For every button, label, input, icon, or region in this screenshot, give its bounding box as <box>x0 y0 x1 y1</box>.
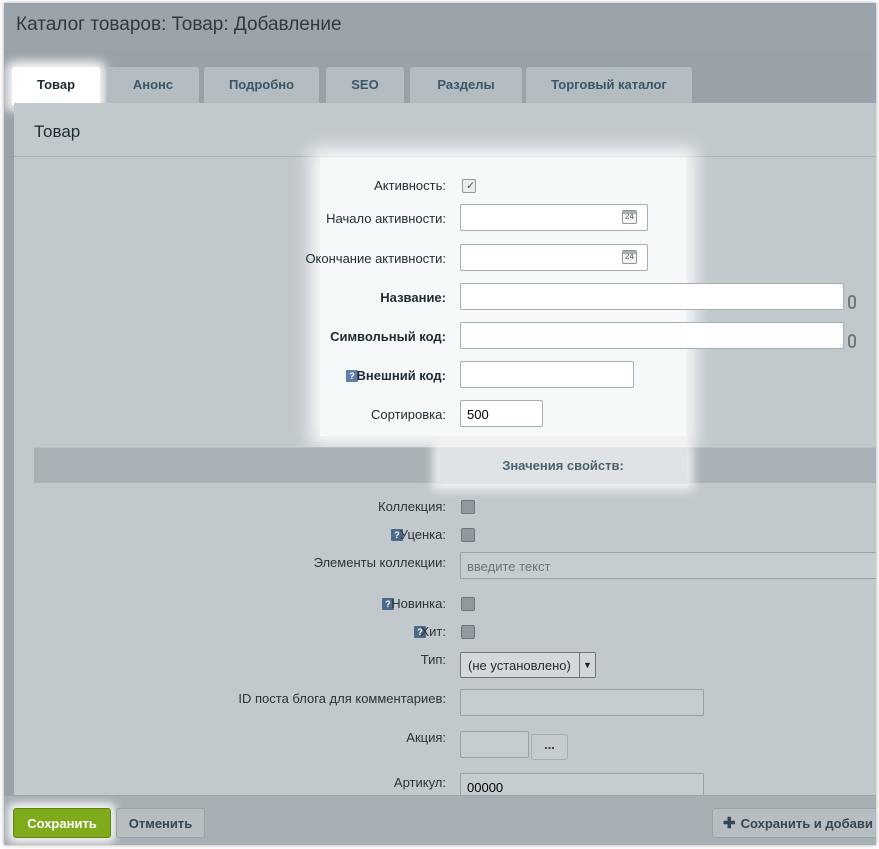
active-from-label: Начало активности: <box>326 211 446 226</box>
markdown-label: Уценка: <box>399 527 446 542</box>
type-label: Тип: <box>420 652 446 667</box>
active-label: Активность: <box>374 178 446 193</box>
tab-details[interactable]: Подробно <box>204 67 319 103</box>
tab-announce[interactable]: Анонс <box>107 67 199 103</box>
chevron-down-icon[interactable]: ▼ <box>579 653 595 677</box>
collection-checkbox[interactable] <box>461 500 475 514</box>
external-code-label: Внешний код: <box>356 368 446 383</box>
checkmark-icon: ✓ <box>466 180 476 192</box>
tab-sections[interactable]: Разделы <box>410 67 522 103</box>
plus-icon: ✚ <box>723 815 736 832</box>
sort-label: Сортировка: <box>371 407 446 422</box>
tab-bar: Товар Анонс Подробно SEO Разделы Торговы… <box>4 67 876 105</box>
external-code-input[interactable] <box>460 361 634 388</box>
save-and-add-button[interactable]: ✚ Сохранить и добави <box>712 808 876 838</box>
active-to-input[interactable] <box>460 244 648 271</box>
cancel-button[interactable]: Отменить <box>116 808 205 838</box>
form-content: Товар Активность: ✓ Начало активности: 2… <box>14 103 876 800</box>
blog-post-id-input[interactable] <box>460 689 704 716</box>
section-title: Товар <box>34 122 81 141</box>
save-button[interactable]: Сохранить <box>13 808 111 838</box>
collection-items-label: Элементы коллекции: <box>313 555 446 570</box>
title-bar: Каталог товаров: Товар: Добавление <box>4 3 876 50</box>
calendar-icon[interactable]: 24 <box>622 210 637 224</box>
type-select[interactable]: (не установлено) ▼ <box>460 652 596 678</box>
save-and-add-label: Сохранить и добави <box>740 816 873 831</box>
blog-post-id-label: ID поста блога для комментариев: <box>238 691 446 706</box>
promo-input[interactable] <box>460 731 529 758</box>
sort-input[interactable]: 500 <box>460 400 543 427</box>
calendar-icon[interactable]: 24 <box>622 250 637 264</box>
hit-label: Хит: <box>420 624 447 639</box>
type-select-value: (не установлено) <box>468 658 571 673</box>
link-icon[interactable] <box>848 295 856 309</box>
tab-product[interactable]: Товар <box>12 67 100 105</box>
section-header: Товар <box>14 103 876 157</box>
article-label: Артикул: <box>393 775 446 790</box>
window: Каталог товаров: Товар: Добавление Товар… <box>4 3 876 845</box>
tab-trade-catalog[interactable]: Торговый каталог <box>526 67 692 103</box>
name-label: Название: <box>380 290 446 305</box>
collection-label: Коллекция: <box>378 499 446 514</box>
link-icon[interactable] <box>848 334 856 348</box>
page-title: Каталог товаров: Товар: Добавление <box>16 14 342 35</box>
collection-items-placeholder: введите текст <box>467 559 551 574</box>
collection-items-input[interactable]: введите текст <box>460 552 876 579</box>
code-label: Символьный код: <box>330 329 446 344</box>
markdown-checkbox[interactable] <box>461 528 475 542</box>
code-input[interactable] <box>460 322 844 349</box>
active-checkbox[interactable]: ✓ <box>462 179 476 193</box>
properties-header: Значения свойств: <box>34 447 876 484</box>
footer-bar: Сохранить Отменить ✚ Сохранить и добави <box>4 795 876 845</box>
novelty-checkbox[interactable] <box>461 597 475 611</box>
properties-title: Значения свойств: <box>502 458 624 473</box>
novelty-label: Новинка: <box>391 596 446 611</box>
promo-label: Акция: <box>406 730 446 745</box>
active-from-input[interactable] <box>460 204 648 231</box>
active-to-label: Окончание активности: <box>305 251 446 266</box>
tab-seo[interactable]: SEO <box>326 67 404 103</box>
promo-browse-button[interactable]: ... <box>531 734 568 760</box>
hit-checkbox[interactable] <box>461 625 475 639</box>
name-input[interactable] <box>460 283 844 310</box>
